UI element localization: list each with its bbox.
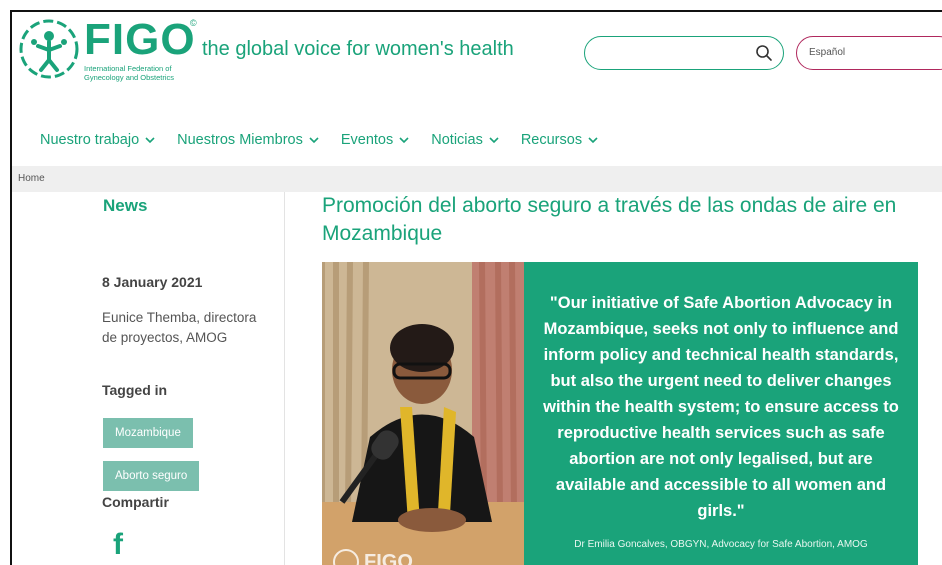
article-author: Eunice Themba, directora de proyectos, A…	[102, 310, 257, 345]
nav-item-label: Nuestro trabajo	[40, 132, 140, 148]
browser-page: FIGO International Federation of Gynecol…	[10, 10, 942, 565]
chevron-down-icon	[309, 137, 319, 144]
search-icon[interactable]	[755, 44, 773, 62]
main-nav: Nuestro trabajo Nuestros Miembros Evento…	[40, 132, 598, 148]
site-tagline: the global voice for women's health	[202, 38, 514, 60]
nav-item-eventos[interactable]: Eventos	[341, 132, 409, 148]
breadcrumb: Home	[12, 166, 942, 192]
tag-aborto-seguro[interactable]: Aborto seguro	[103, 461, 200, 491]
nav-item-label: Recursos	[520, 132, 583, 148]
chevron-down-icon	[145, 137, 155, 144]
quote-attribution: Dr Emilia Goncalves, OBGYN, Advocacy for…	[574, 539, 868, 550]
article-photo: FIGO	[322, 262, 524, 565]
chevron-down-icon	[489, 137, 499, 144]
nav-item-label: Eventos	[340, 132, 394, 148]
tag-mozambique[interactable]: Mozambique	[103, 418, 193, 448]
figo-logo-mark-icon	[19, 19, 79, 79]
quote-panel: "Our initiative of Safe Abortion Advocac…	[524, 262, 918, 565]
registered-mark: ©	[190, 18, 197, 28]
nav-item-label: Nuestros Miembros	[177, 132, 303, 148]
logo-subtitle-2: Gynecology and Obstetrics	[84, 73, 175, 82]
section-title[interactable]: News	[103, 196, 147, 216]
nav-item-noticias[interactable]: Noticias	[431, 132, 499, 148]
column-divider	[284, 192, 285, 565]
logo-subtitle-1: International Federation of	[84, 64, 172, 73]
nav-item-nuestro-trabajo[interactable]: Nuestro trabajo	[40, 132, 155, 148]
tagged-heading: Tagged in	[102, 382, 168, 398]
quote-text: "Our initiative of Safe Abortion Advocac…	[543, 294, 899, 520]
woman-at-microphone-image: FIGO	[322, 262, 524, 565]
nav-item-nuestros-miembros[interactable]: Nuestros Miembros	[177, 132, 319, 148]
share-heading: Compartir	[102, 494, 169, 510]
language-selector[interactable]: Español	[796, 36, 942, 70]
nav-item-recursos[interactable]: Recursos	[521, 132, 598, 148]
photo-watermark: FIGO	[364, 551, 413, 565]
chevron-down-icon	[399, 137, 409, 144]
article-date: 8 January 2021	[102, 274, 203, 290]
facebook-icon[interactable]: f	[113, 528, 123, 562]
article-title: Promoción del aborto seguro a través de …	[322, 194, 897, 245]
chevron-down-icon	[588, 137, 598, 144]
breadcrumb-home[interactable]: Home	[18, 173, 45, 184]
figo-logo[interactable]: FIGO International Federation of Gynecol…	[18, 18, 196, 82]
search-input[interactable]	[584, 36, 784, 70]
nav-item-label: Noticias	[431, 132, 483, 148]
logo-wordmark: FIGO	[84, 15, 196, 64]
